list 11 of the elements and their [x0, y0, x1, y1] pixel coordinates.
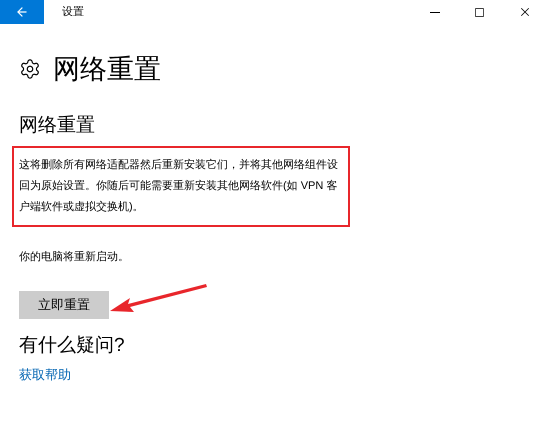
- window-title: 设置: [62, 4, 84, 20]
- description-text: 这将删除所有网络适配器然后重新安装它们，并将其他网络组件设回为原始设置。你随后可能需要重新安装其他网络软件(如 VPN 客户端软件或虚拟交换机)。: [19, 158, 339, 215]
- help-link[interactable]: 获取帮助: [19, 365, 71, 384]
- section-title: 网络重置: [19, 114, 96, 138]
- back-icon: [15, 5, 29, 19]
- help-title: 有什么疑问?: [19, 334, 126, 358]
- page-title: 网络重置: [53, 53, 161, 86]
- reset-button[interactable]: 立即重置: [19, 291, 109, 319]
- restart-note: 你的电脑将重新启动。: [19, 250, 130, 265]
- settings-icon: [19, 58, 41, 80]
- maximize-icon: [474, 6, 485, 18]
